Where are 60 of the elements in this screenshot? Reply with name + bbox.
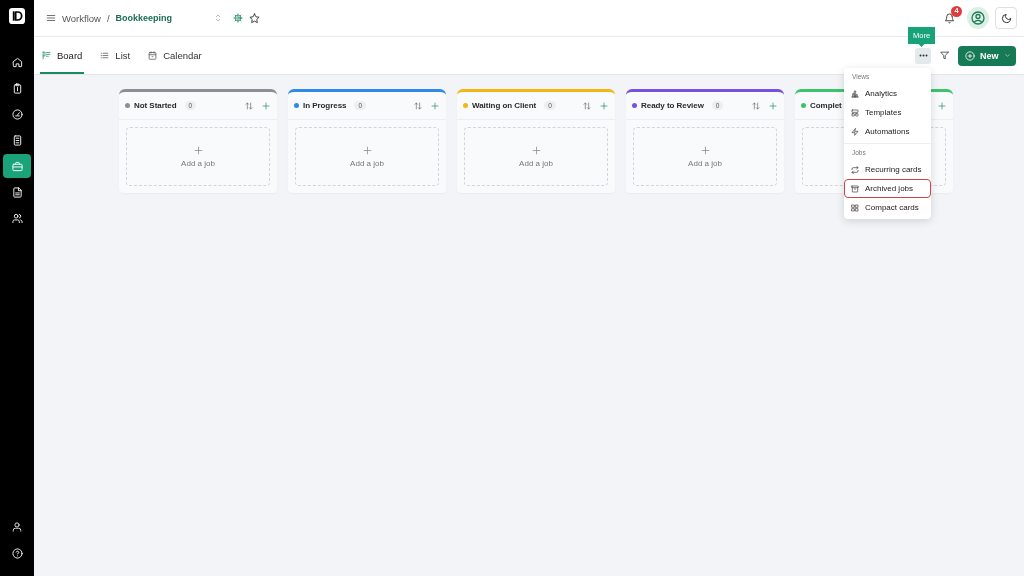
- column-title: Complet: [810, 101, 842, 110]
- more-button[interactable]: [915, 47, 931, 64]
- gauge-icon: [11, 108, 23, 120]
- breadcrumb-separator: /: [106, 12, 110, 24]
- column-title: In Progress: [303, 101, 347, 110]
- home-icon: [11, 56, 23, 68]
- view-tab[interactable]: List: [98, 37, 133, 74]
- plus-icon: [700, 145, 710, 155]
- menu-icon[interactable]: [46, 13, 56, 23]
- add-job-button[interactable]: Add a job: [126, 127, 270, 186]
- add-job-button[interactable]: Add a job: [295, 127, 439, 186]
- filter-icon[interactable]: [940, 51, 949, 60]
- sort-icon[interactable]: [583, 101, 591, 110]
- users-icon: [11, 212, 23, 224]
- add-job-button[interactable]: Add a job: [633, 127, 777, 186]
- template-icon: [851, 108, 859, 117]
- star-icon[interactable]: [249, 12, 260, 24]
- lightning-icon: [851, 127, 859, 136]
- plus-icon: [362, 145, 372, 155]
- repeat-icon: [851, 165, 859, 174]
- gear-icon[interactable]: [233, 13, 243, 23]
- view-tab[interactable]: Calendar: [146, 37, 204, 74]
- user-icon[interactable]: [12, 522, 22, 532]
- bar-chart-icon: [851, 89, 859, 98]
- menu-item[interactable]: Recurring cards: [844, 160, 931, 179]
- more-icon: [918, 54, 928, 57]
- plus-icon: [193, 145, 203, 155]
- plus-icon: [531, 145, 541, 155]
- moon-icon: [1000, 12, 1012, 24]
- plus-circle-icon: [965, 50, 975, 61]
- archive-icon: [851, 184, 859, 193]
- help-icon[interactable]: [11, 547, 23, 559]
- breadcrumb-current: Bookkeeping: [115, 13, 173, 23]
- column-title: Not Started: [134, 101, 177, 110]
- bell-icon[interactable]: [944, 12, 955, 24]
- board-icon: [42, 51, 51, 60]
- column-title: Ready to Review: [641, 101, 704, 110]
- sort-icon[interactable]: [414, 101, 422, 110]
- calendar-icon: [148, 51, 158, 60]
- sort-icon[interactable]: [245, 101, 253, 110]
- briefcase-icon: [11, 160, 23, 172]
- add-job-button[interactable]: Add a job: [464, 127, 608, 186]
- clipboard-icon: [11, 82, 23, 94]
- chevron-down-icon: [1003, 52, 1011, 59]
- theme-toggle-button[interactable]: [995, 7, 1017, 29]
- menu-item[interactable]: Templates: [844, 103, 931, 122]
- sort-icon[interactable]: [752, 101, 760, 110]
- breadcrumb-link[interactable]: Workflow: [62, 12, 101, 24]
- menu-item[interactable]: Compact cards: [844, 198, 931, 217]
- menu-item[interactable]: Analytics: [844, 84, 931, 103]
- menu-item[interactable]: Automations: [844, 122, 931, 141]
- menu-item[interactable]: Archived jobs: [844, 179, 931, 198]
- column-title: Waiting on Client: [472, 101, 537, 110]
- list-icon: [100, 51, 110, 60]
- receipt-icon: [11, 134, 23, 146]
- grid-icon: [851, 203, 859, 212]
- logo-icon[interactable]: [9, 8, 25, 24]
- document-icon: [11, 186, 23, 198]
- avatar-icon[interactable]: [967, 7, 989, 29]
- new-button[interactable]: New: [958, 45, 1016, 66]
